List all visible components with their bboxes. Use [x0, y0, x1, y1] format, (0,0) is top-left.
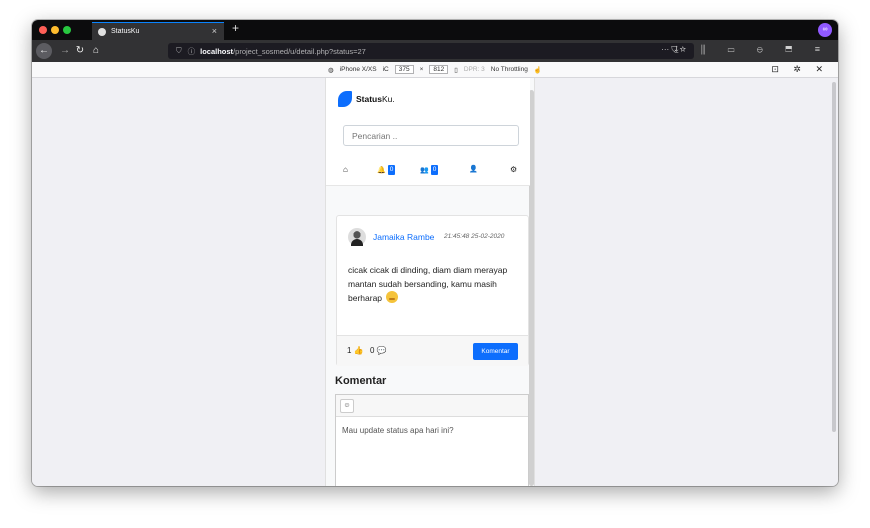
mobile-viewport: StatusKu. ⌂ 🔔 0 👥 0 👤 ⚙ [325, 78, 535, 486]
comment-count-button[interactable]: 0 💬 [370, 346, 387, 355]
url-host: localhost [200, 46, 234, 56]
tab-title: StatusKu [111, 28, 140, 35]
comments-heading: Komentar [335, 375, 387, 387]
tab-favicon-icon [98, 27, 106, 36]
comments-icon: 💬 [376, 346, 387, 355]
post-timestamp: 21:45:48 25-02-2020 [444, 233, 505, 240]
browser-toolbar: ← → ↻ ⌂ ⛉ ⓘ localhost/project_sosmed/u/d… [32, 40, 838, 62]
touch-simulation-icon[interactable]: ☝ [534, 66, 542, 74]
komentar-button[interactable]: Komentar [473, 343, 518, 360]
nav-notifications[interactable]: 🔔 0 [377, 165, 396, 175]
bell-icon: 🔔 [377, 167, 386, 174]
logo-icon[interactable] [338, 91, 352, 107]
status-card: Jamaika Rambe 21:45:48 25-02-2020 cicak … [336, 215, 529, 366]
browser-tab[interactable]: StatusKu × [92, 22, 224, 40]
thumbs-up-icon: 👍 [353, 346, 364, 355]
viewport-area: StatusKu. ⌂ 🔔 0 👥 0 👤 ⚙ [32, 78, 838, 486]
reload-icon[interactable]: ↻ [74, 43, 86, 59]
responsive-design-toolbar: ◍ iPhone X/XS iC 375 × 812 ▯ DPR: 3 No T… [32, 62, 838, 78]
home-icon[interactable]: ⌂ [90, 43, 102, 59]
avatar[interactable] [348, 228, 366, 246]
notification-badge: 0 [387, 165, 396, 175]
viewport-width-input[interactable]: 375 [394, 65, 414, 74]
info-icon[interactable]: ⓘ [188, 46, 196, 57]
editor-toolbar: ☺ [336, 395, 528, 417]
emoji-icon [386, 291, 399, 303]
toolbar-right-icons[interactable]: ⤓ ⫼ ▭ ⊖ ⬒ ≡ [674, 44, 830, 55]
forward-icon[interactable]: → [59, 43, 71, 59]
shield-icon[interactable]: ⛉ [176, 46, 182, 56]
close-window-button[interactable] [39, 26, 47, 34]
rdm-right-icons[interactable]: ⊡ ✲ ✕ [771, 64, 829, 75]
nav-settings-icon[interactable]: ⚙ [510, 165, 517, 174]
browser-window: StatusKu × + ∞ ← → ↻ ⌂ ⛉ ⓘ localhost/pro… [32, 20, 838, 486]
url-bar[interactable]: ⛉ ⓘ localhost/project_sosmed/u/detail.ph… [168, 43, 694, 59]
post-line-2: mantan sudah bersanding, kamu masih berh… [348, 279, 497, 303]
users-icon: 👥 [420, 167, 429, 174]
device-selector[interactable]: iPhone X/XS [340, 66, 377, 73]
page-scrollbar[interactable] [832, 82, 836, 432]
search-input[interactable] [343, 125, 519, 146]
private-mask-icon: ∞ [818, 23, 832, 37]
app-nav: ⌂ 🔔 0 👥 0 👤 ⚙ [326, 165, 530, 179]
dimension-separator: × [419, 66, 424, 73]
post-body: cicak cicak di dinding, diam diam meraya… [348, 263, 520, 305]
url-path: /project_sosmed/u/detail.php?status=27 [233, 46, 366, 56]
post-line-1: cicak cicak di dinding, diam diam meraya… [348, 265, 508, 275]
author-link[interactable]: Jamaika Rambe [373, 232, 434, 242]
card-footer: 1 👍 0 💬 Komentar [337, 335, 528, 366]
device-icon: ◍ [328, 66, 334, 74]
like-button[interactable]: 1 👍 [347, 346, 364, 355]
new-tab-icon[interactable]: + [232, 21, 239, 35]
tab-close-icon[interactable]: × [212, 26, 217, 36]
comment-placeholder: Mau update status apa hari ini? [342, 426, 454, 435]
orientation-selector[interactable]: iC [383, 66, 389, 73]
minimize-window-button[interactable] [51, 26, 59, 34]
nav-profile-icon[interactable]: 👤 [469, 165, 478, 173]
nav-friends[interactable]: 👥 0 [420, 165, 439, 175]
brand-name[interactable]: StatusKu. [356, 94, 395, 104]
back-icon[interactable]: ← [36, 43, 52, 59]
title-bar: StatusKu × + ∞ [32, 20, 838, 40]
dpr-selector[interactable]: DPR: 3 [464, 66, 485, 73]
nav-home-icon[interactable]: ⌂ [343, 165, 348, 174]
comment-count: 0 [370, 346, 375, 355]
like-count: 1 [347, 346, 352, 355]
rotate-icon[interactable]: ▯ [454, 66, 458, 74]
viewport-height-input[interactable]: 812 [429, 65, 449, 74]
comment-editor[interactable]: ☺ Mau update status apa hari ini? [335, 394, 529, 486]
zoom-window-button[interactable] [63, 26, 71, 34]
throttling-selector[interactable]: No Throttling [491, 66, 528, 73]
emoji-picker-icon[interactable]: ☺ [340, 399, 354, 413]
friends-badge: 0 [430, 165, 439, 175]
app-header: StatusKu. ⌂ 🔔 0 👥 0 👤 ⚙ [326, 78, 530, 186]
